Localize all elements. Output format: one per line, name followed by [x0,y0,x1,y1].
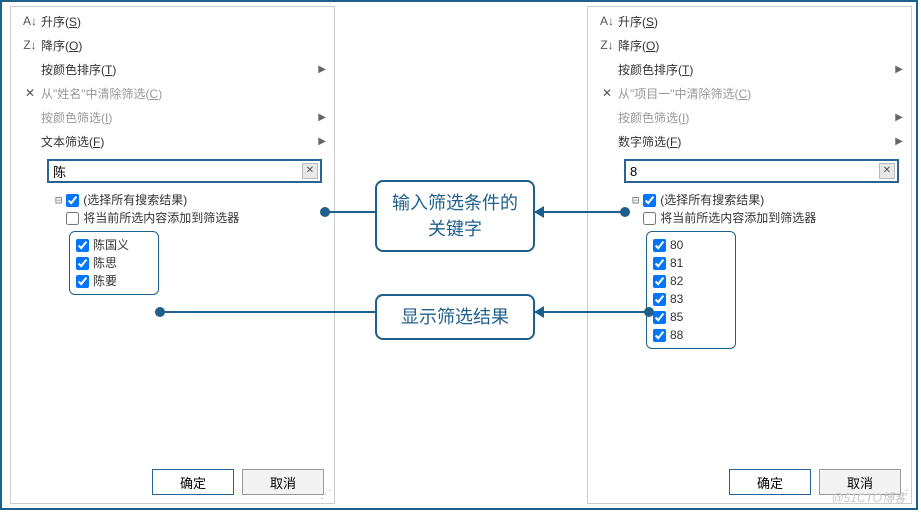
callout-results: 显示筛选结果 [375,294,535,340]
text-filter-label: 文本筛选(F) [41,133,318,150]
add-current-label: 将当前所选内容添加到筛选器 [83,209,239,227]
connector [535,311,649,313]
list-item[interactable]: 85 [653,308,729,326]
ok-button[interactable]: 确定 [152,469,234,495]
sort-desc-label: 降序(O) [41,37,326,54]
chevron-right-icon: ▶ [318,64,326,75]
cancel-button[interactable]: 取消 [242,469,324,495]
sort-asc-label: 升序(S) [41,13,326,30]
figure-canvas: A↓ 升序(S) Z↓ 降序(O) 按颜色排序(T) ▶ ✕ 从"姓名"中清除筛… [0,0,918,510]
sort-asc-label: 升序(S) [618,13,903,30]
sort-asc[interactable]: A↓ 升序(S) [11,9,334,33]
list-item[interactable]: 82 [653,272,729,290]
clear-filter: ✕ 从"项目一"中清除筛选(C) [588,81,911,105]
sort-asc[interactable]: A↓ 升序(S) [588,9,911,33]
chevron-right-icon: ▶ [895,136,903,147]
number-filter-label: 数字筛选(F) [618,133,895,150]
result-box-right: 80 81 82 83 85 88 [646,231,736,349]
select-all-label: (选择所有搜索结果) [660,191,764,209]
number-filter[interactable]: 数字筛选(F) ▶ [588,129,911,153]
clear-filter-icon: ✕ [19,86,41,100]
search-wrap: ✕ [11,155,334,187]
resize-grip-icon[interactable]: ⋰ [320,487,332,501]
select-all-checkbox[interactable] [66,194,79,207]
menu: A↓ 升序(S) Z↓ 降序(O) 按颜色排序(T) ▶ ✕ 从"项目一"中清除… [588,7,911,155]
collapse-icon[interactable]: ⊟ [55,191,62,209]
add-current-label: 将当前所选内容添加到筛选器 [660,209,816,227]
list-item[interactable]: 陈思 [76,254,152,272]
add-current-checkbox[interactable] [66,212,79,225]
search-wrap: ✕ [588,155,911,187]
filter-dropdown-right: A↓ 升序(S) Z↓ 降序(O) 按颜色排序(T) ▶ ✕ 从"项目一"中清除… [587,6,912,504]
search-input[interactable] [47,159,322,183]
sort-desc[interactable]: Z↓ 降序(O) [11,33,334,57]
filter-by-color: 按颜色筛选(I) ▶ [11,105,334,129]
sort-desc-icon: Z↓ [596,38,618,52]
collapse-icon[interactable]: ⊟ [632,191,639,209]
clear-filter-icon: ✕ [596,86,618,100]
sort-desc-icon: Z↓ [19,38,41,52]
sort-by-color[interactable]: 按颜色排序(T) ▶ [11,57,334,81]
menu: A↓ 升序(S) Z↓ 降序(O) 按颜色排序(T) ▶ ✕ 从"姓名"中清除筛… [11,7,334,155]
list-item[interactable]: 陈国义 [76,236,152,254]
clear-search-icon[interactable]: ✕ [879,163,895,179]
filter-tree: ⊟ (选择所有搜索结果) 将当前所选内容添加到筛选器 80 81 82 83 8… [628,189,901,353]
sort-by-color[interactable]: 按颜色排序(T) ▶ [588,57,911,81]
add-current-checkbox[interactable] [643,212,656,225]
clear-filter-label: 从"姓名"中清除筛选(C) [41,85,326,102]
connector [535,211,625,213]
callout-keyword: 输入筛选条件的关键字 [375,180,535,252]
chevron-right-icon: ▶ [895,64,903,75]
sort-desc-label: 降序(O) [618,37,903,54]
ok-button[interactable]: 确定 [729,469,811,495]
connector [325,211,375,213]
chevron-right-icon: ▶ [318,112,326,123]
clear-search-icon[interactable]: ✕ [302,163,318,179]
search-input[interactable] [624,159,899,183]
list-item[interactable]: 88 [653,326,729,344]
connector [160,311,375,313]
sort-asc-icon: A↓ [19,14,41,28]
list-item[interactable]: 陈要 [76,272,152,290]
chevron-right-icon: ▶ [895,112,903,123]
select-all-label: (选择所有搜索结果) [83,191,187,209]
chevron-right-icon: ▶ [318,136,326,147]
clear-filter: ✕ 从"姓名"中清除筛选(C) [11,81,334,105]
list-item[interactable]: 81 [653,254,729,272]
filter-tree: ⊟ (选择所有搜索结果) 将当前所选内容添加到筛选器 陈国义 陈思 陈要 [51,189,324,299]
sort-by-color-label: 按颜色排序(T) [41,61,318,78]
sort-asc-icon: A↓ [596,14,618,28]
clear-filter-label: 从"项目一"中清除筛选(C) [618,85,903,102]
filter-by-color-label: 按颜色筛选(I) [41,109,318,126]
watermark: @51CTO博客 [831,489,906,506]
sort-by-color-label: 按颜色排序(T) [618,61,895,78]
text-filter[interactable]: 文本筛选(F) ▶ [11,129,334,153]
select-all-checkbox[interactable] [643,194,656,207]
footer: 确定 取消 [152,469,324,495]
list-item[interactable]: 83 [653,290,729,308]
sort-desc[interactable]: Z↓ 降序(O) [588,33,911,57]
filter-by-color-label: 按颜色筛选(I) [618,109,895,126]
filter-dropdown-left: A↓ 升序(S) Z↓ 降序(O) 按颜色排序(T) ▶ ✕ 从"姓名"中清除筛… [10,6,335,504]
list-item[interactable]: 80 [653,236,729,254]
result-box-left: 陈国义 陈思 陈要 [69,231,159,295]
filter-by-color: 按颜色筛选(I) ▶ [588,105,911,129]
